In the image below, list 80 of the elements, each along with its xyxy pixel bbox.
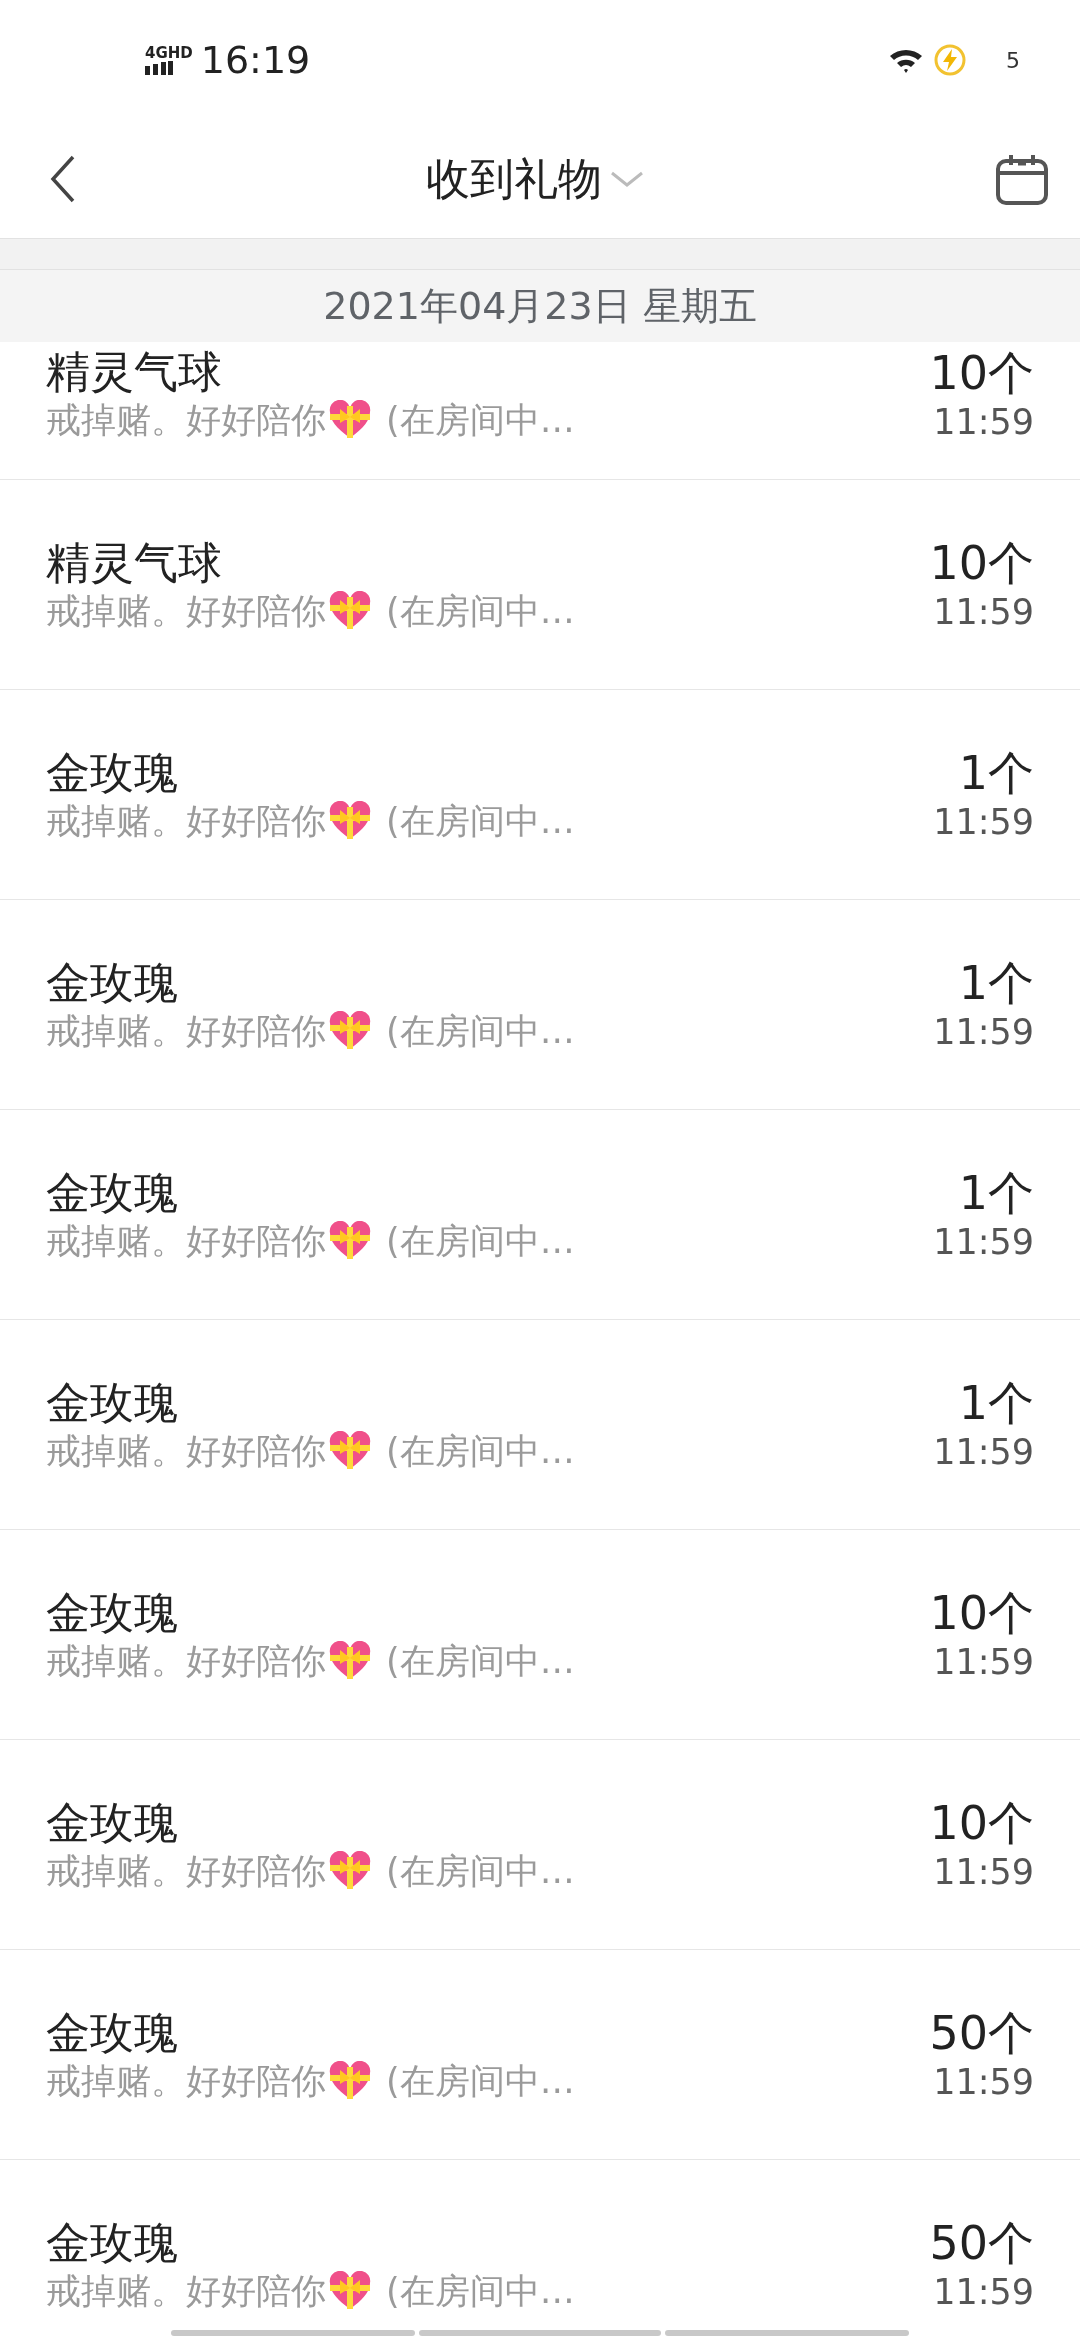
gift-name: 金玫瑰 bbox=[46, 1587, 179, 1640]
gift-quantity: 10个 bbox=[929, 1585, 1034, 1642]
signal-icon bbox=[145, 60, 173, 75]
gift-name: 金玫瑰 bbox=[46, 1797, 179, 1850]
message-text: 戒掉赌。好好陪你 bbox=[46, 2059, 326, 2102]
gift-name: 金玫瑰 bbox=[46, 2217, 179, 2270]
message-text: (在房间中… bbox=[386, 398, 575, 441]
gift-time: 11:59 bbox=[933, 591, 1034, 634]
gift-row[interactable]: 金玫瑰 戒掉赌。好好陪你 (在房间中… 1个 11:59 bbox=[0, 900, 1080, 1110]
gift-name: 金玫瑰 bbox=[46, 1167, 179, 1220]
network-label: 4G bbox=[145, 45, 168, 61]
message-text: (在房间中… bbox=[386, 1849, 575, 1892]
date-header: 2021年04月23日 星期五 bbox=[323, 282, 757, 330]
gift-name: 金玫瑰 bbox=[46, 1377, 179, 1430]
gift-time: 11:59 bbox=[933, 1221, 1034, 1264]
gift-quantity: 10个 bbox=[929, 535, 1034, 592]
gift-quantity: 10个 bbox=[929, 1795, 1034, 1852]
heart-icon bbox=[328, 2270, 372, 2311]
hd-label: HD bbox=[167, 45, 193, 61]
message-text: 戒掉赌。好好陪你 bbox=[46, 589, 326, 632]
gift-quantity: 1个 bbox=[958, 745, 1034, 802]
gift-time: 11:59 bbox=[933, 2061, 1034, 2104]
gift-name: 金玫瑰 bbox=[46, 747, 179, 800]
gift-row[interactable]: 金玫瑰 戒掉赌。好好陪你 (在房间中… 1个 11:59 bbox=[0, 1110, 1080, 1320]
heart-icon bbox=[328, 1220, 372, 1261]
message-text: (在房间中… bbox=[386, 2059, 575, 2102]
gift-row[interactable]: 金玫瑰 戒掉赌。好好陪你 (在房间中… 10个 11:59 bbox=[0, 1530, 1080, 1740]
heart-icon bbox=[328, 1640, 372, 1681]
gift-row[interactable]: 精灵气球 戒掉赌。好好陪你 (在房间中… 10个 11:59 bbox=[0, 480, 1080, 690]
clock-time: 16:19 bbox=[200, 36, 311, 84]
gift-quantity: 1个 bbox=[958, 1375, 1034, 1432]
back-icon bbox=[50, 155, 76, 203]
gift-quantity: 50个 bbox=[929, 2215, 1034, 2272]
message-text: 戒掉赌。好好陪你 bbox=[46, 398, 326, 441]
message-text: 戒掉赌。好好陪你 bbox=[46, 2269, 326, 2312]
gift-time: 11:59 bbox=[933, 2271, 1034, 2314]
heart-icon bbox=[328, 399, 372, 440]
message-text: (在房间中… bbox=[386, 1429, 575, 1472]
message-text: 戒掉赌。好好陪你 bbox=[46, 1639, 326, 1682]
gift-time: 11:59 bbox=[933, 1851, 1034, 1894]
message-text: 戒掉赌。好好陪你 bbox=[46, 799, 326, 842]
gift-row[interactable]: 精灵气球 戒掉赌。好好陪你 (在房间中… 10个 11:59 bbox=[0, 342, 1080, 480]
message-text: (在房间中… bbox=[386, 799, 575, 842]
gift-quantity: 1个 bbox=[958, 1165, 1034, 1222]
title-dropdown[interactable]: 收到礼物 bbox=[426, 146, 644, 212]
back-button[interactable] bbox=[50, 155, 76, 203]
message-text: 戒掉赌。好好陪你 bbox=[46, 1219, 326, 1262]
heart-icon bbox=[328, 1010, 372, 1051]
gift-row[interactable]: 金玫瑰 戒掉赌。好好陪你 (在房间中… 1个 11:59 bbox=[0, 1320, 1080, 1530]
gift-name: 金玫瑰 bbox=[46, 957, 179, 1010]
gift-quantity: 50个 bbox=[929, 2005, 1034, 2062]
message-text: (在房间中… bbox=[386, 2269, 575, 2312]
message-text: 戒掉赌。好好陪你 bbox=[46, 1849, 326, 1892]
chevron-down-icon bbox=[610, 170, 644, 188]
gift-quantity: 1个 bbox=[958, 955, 1034, 1012]
gift-time: 11:59 bbox=[933, 1431, 1034, 1474]
heart-icon bbox=[328, 1430, 372, 1471]
message-text: (在房间中… bbox=[386, 1009, 575, 1052]
charging-icon bbox=[934, 44, 966, 76]
heart-icon bbox=[328, 590, 372, 631]
heart-icon bbox=[328, 2060, 372, 2101]
message-text: (在房间中… bbox=[386, 589, 575, 632]
message-text: 戒掉赌。好好陪你 bbox=[46, 1009, 326, 1052]
heart-icon bbox=[328, 1850, 372, 1891]
gift-quantity: 10个 bbox=[929, 346, 1034, 402]
gift-name: 精灵气球 bbox=[46, 537, 223, 590]
gift-row[interactable]: 金玫瑰 戒掉赌。好好陪你 (在房间中… 10个 11:59 bbox=[0, 1740, 1080, 1950]
gift-time: 11:59 bbox=[933, 801, 1034, 844]
heart-icon bbox=[328, 800, 372, 841]
gift-time: 11:59 bbox=[933, 1641, 1034, 1684]
gift-row[interactable]: 金玫瑰 戒掉赌。好好陪你 (在房间中… 1个 11:59 bbox=[0, 690, 1080, 900]
gift-name: 精灵气球 bbox=[46, 346, 223, 399]
gift-time: 11:59 bbox=[933, 401, 1034, 444]
message-text: (在房间中… bbox=[386, 1219, 575, 1262]
message-text: (在房间中… bbox=[386, 1639, 575, 1682]
message-text: 戒掉赌。好好陪你 bbox=[46, 1429, 326, 1472]
gift-name: 金玫瑰 bbox=[46, 2007, 179, 2060]
gift-row[interactable]: 金玫瑰 戒掉赌。好好陪你 (在房间中… 50个 11:59 bbox=[0, 1950, 1080, 2160]
battery-level: 5 bbox=[1006, 46, 1020, 75]
gift-time: 11:59 bbox=[933, 1011, 1034, 1054]
